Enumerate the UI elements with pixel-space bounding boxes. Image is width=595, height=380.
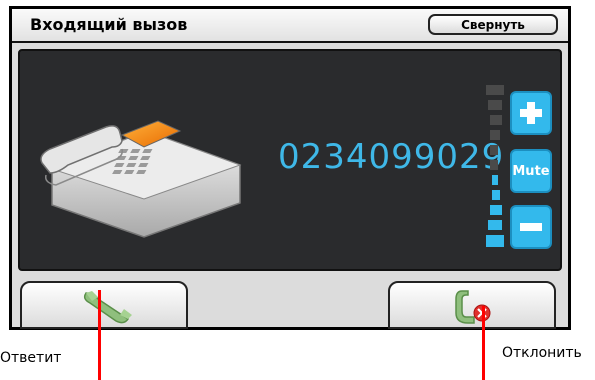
volume-up-button[interactable] [510, 91, 552, 135]
volume-level-indicator [486, 85, 504, 247]
incoming-call-window: Входящий вызов Свернуть 0234099029 Mute [9, 6, 571, 330]
answer-callout-label: Ответит [0, 350, 62, 366]
decline-button[interactable] [388, 281, 556, 329]
volume-down-button[interactable] [510, 205, 552, 249]
desk-phone-icon [40, 120, 242, 238]
answer-handset-icon [83, 291, 132, 324]
title-bar: Входящий вызов Свернуть [12, 9, 568, 43]
answer-button[interactable] [20, 281, 188, 329]
window-title: Входящий вызов [30, 15, 188, 34]
minus-icon [520, 223, 542, 231]
call-screen: 0234099029 Mute [18, 49, 562, 271]
decline-callout-line [482, 306, 485, 380]
plus-icon [520, 102, 542, 124]
caller-number: 0234099029 [278, 137, 505, 177]
mute-button[interactable]: Mute [510, 149, 552, 193]
answer-callout-line [98, 290, 101, 380]
minimize-button[interactable]: Свернуть [428, 14, 558, 35]
decline-callout-label: Отклонить [502, 345, 582, 361]
decline-handset-icon [455, 290, 491, 324]
